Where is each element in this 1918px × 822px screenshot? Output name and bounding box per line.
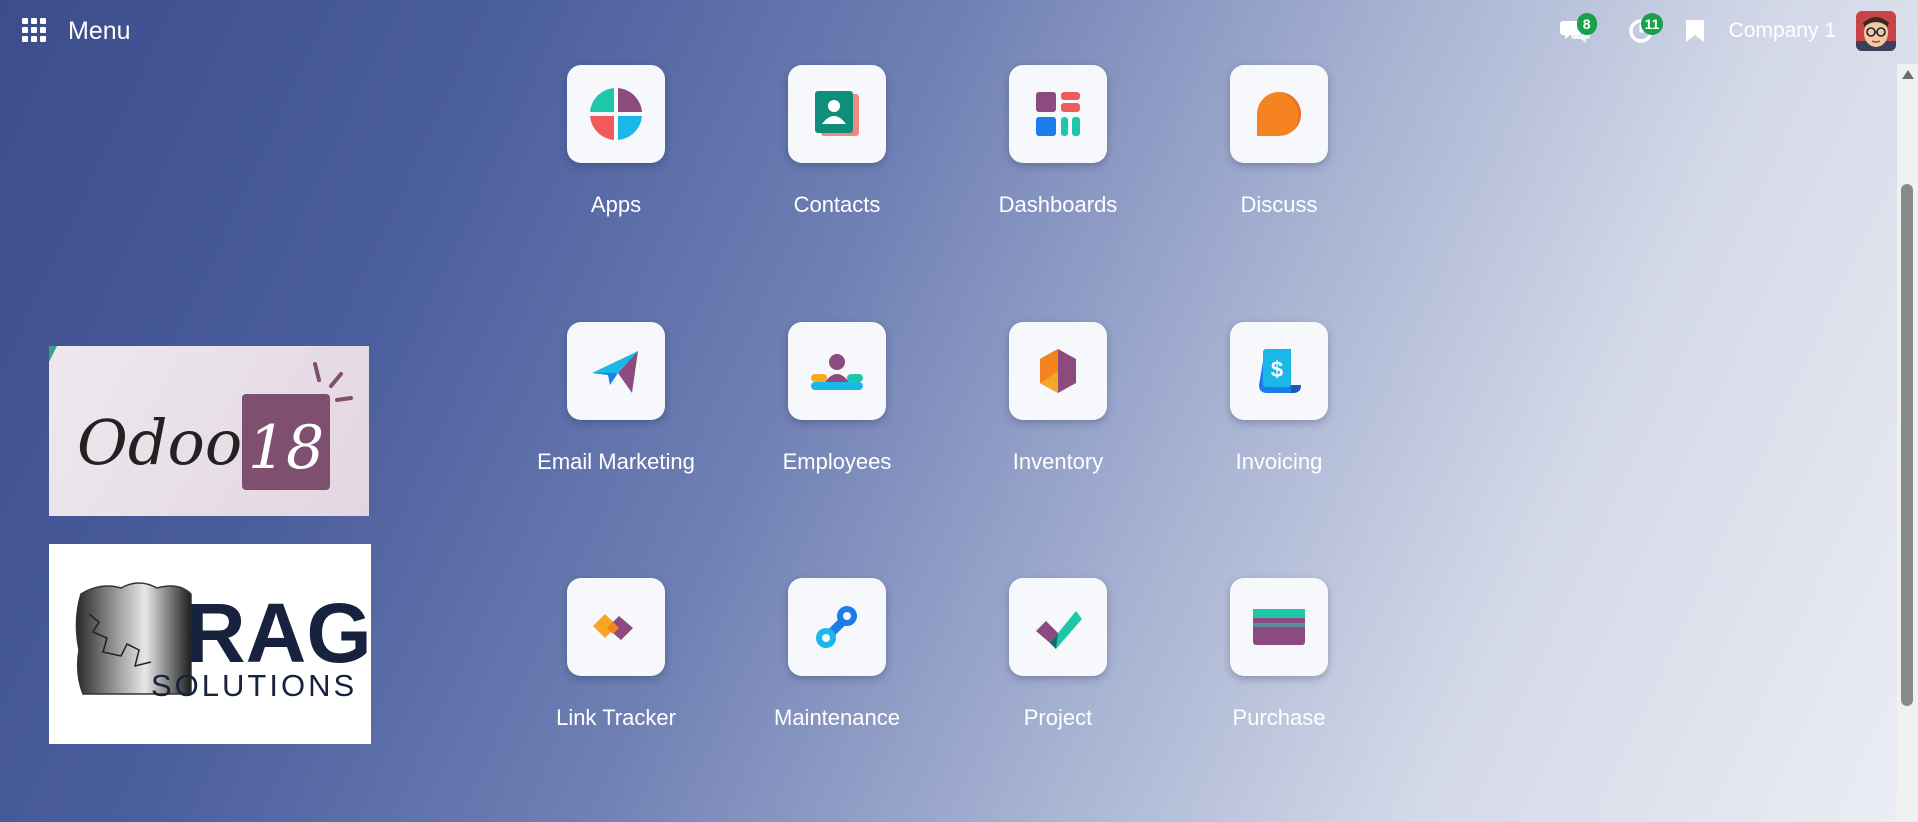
contacts-icon	[788, 65, 886, 163]
app-dashboards[interactable]: Dashboards	[958, 65, 1158, 235]
app-label: Project	[1023, 705, 1093, 730]
app-label: Employees	[782, 449, 892, 474]
svg-text:$: $	[1271, 357, 1283, 382]
project-icon	[1009, 578, 1107, 676]
dashboards-icon	[1009, 65, 1107, 163]
discuss-icon	[1230, 65, 1328, 163]
app-label: Contacts	[793, 192, 881, 217]
email-marketing-icon	[567, 322, 665, 420]
app-project[interactable]: Project	[958, 578, 1158, 748]
purchase-icon	[1230, 578, 1328, 676]
app-label: Apps	[590, 192, 642, 217]
app-label: Email Marketing	[537, 449, 695, 474]
app-label: Dashboards	[998, 192, 1118, 217]
app-label: Inventory	[1012, 449, 1104, 474]
maintenance-icon	[788, 578, 886, 676]
app-label: Discuss	[1240, 192, 1318, 217]
app-email-marketing[interactable]: Email Marketing	[516, 322, 716, 492]
app-contacts[interactable]: Contacts	[737, 65, 937, 235]
app-maintenance[interactable]: Maintenance	[737, 578, 937, 748]
app-label: Purchase	[1232, 705, 1326, 730]
scroll-up-arrow-icon[interactable]	[1902, 70, 1914, 79]
inventory-icon	[1009, 322, 1107, 420]
app-discuss[interactable]: Discuss	[1179, 65, 1379, 235]
app-purchase[interactable]: Purchase	[1179, 578, 1379, 748]
app-label: Invoicing	[1235, 449, 1323, 474]
app-link-tracker[interactable]: Link Tracker	[516, 578, 716, 748]
app-label: Link Tracker	[556, 705, 676, 730]
app-inventory[interactable]: Inventory	[958, 322, 1158, 492]
app-grid: Apps Contacts Dashboards Discuss Email M…	[0, 0, 1900, 822]
vertical-scrollbar[interactable]	[1897, 64, 1918, 822]
employees-icon	[788, 322, 886, 420]
apps-icon	[567, 65, 665, 163]
app-invoicing[interactable]: $ Invoicing	[1179, 322, 1379, 492]
scroll-thumb[interactable]	[1901, 184, 1913, 706]
invoicing-icon: $	[1230, 322, 1328, 420]
app-employees[interactable]: Employees	[737, 322, 937, 492]
link-tracker-icon	[567, 578, 665, 676]
app-apps[interactable]: Apps	[516, 65, 716, 235]
app-label: Maintenance	[774, 705, 900, 730]
